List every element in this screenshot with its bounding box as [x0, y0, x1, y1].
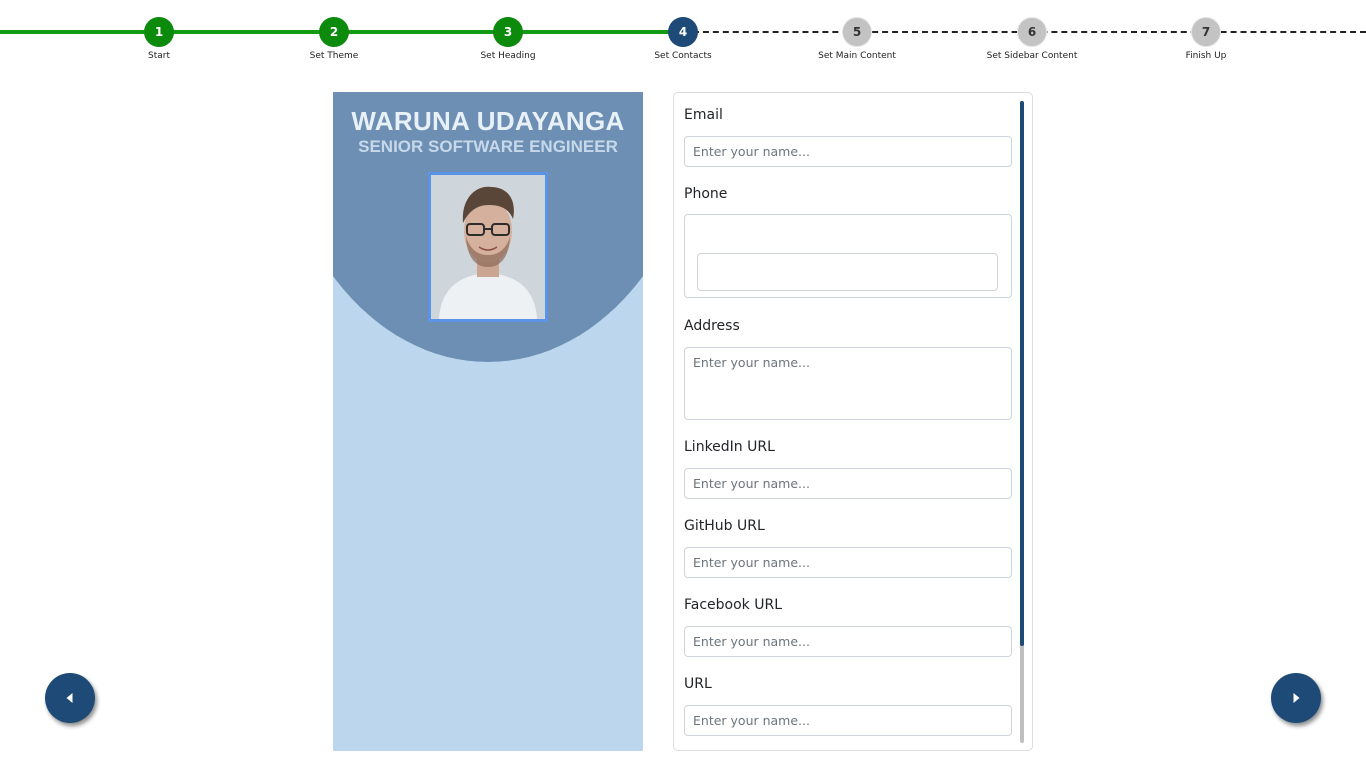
- profile-photo: [428, 172, 548, 322]
- step-set-heading[interactable]: 3 Set Heading: [448, 17, 568, 61]
- step-label: Set Theme: [309, 51, 359, 61]
- step-number: 6: [1017, 17, 1047, 47]
- progress-stepper: 1 Start 2 Set Theme 3 Set Heading 4 Set …: [0, 0, 1366, 70]
- step-label: Set Contacts: [654, 51, 712, 61]
- url-label: URL: [684, 676, 712, 692]
- step-number: 7: [1191, 17, 1221, 47]
- contacts-form: Email Phone Address LinkedIn URL GitHub …: [673, 92, 1033, 751]
- step-number: 3: [493, 17, 523, 47]
- step-number: 4: [668, 17, 698, 47]
- caret-left-icon: [66, 693, 73, 703]
- github-label: GitHub URL: [684, 518, 765, 534]
- step-finish-up[interactable]: 7 Finish Up: [1146, 17, 1266, 61]
- step-label: Finish Up: [1185, 51, 1227, 61]
- step-set-main-content[interactable]: 5 Set Main Content: [797, 17, 917, 61]
- step-set-contacts[interactable]: 4 Set Contacts: [623, 17, 743, 61]
- step-label: Set Heading: [480, 51, 536, 61]
- step-start[interactable]: 1 Start: [99, 17, 219, 61]
- phone-label: Phone: [684, 186, 728, 202]
- email-label: Email: [684, 107, 723, 123]
- step-set-sidebar-content[interactable]: 6 Set Sidebar Content: [972, 17, 1092, 61]
- facebook-label: Facebook URL: [684, 597, 783, 613]
- address-label: Address: [684, 318, 740, 334]
- profile-photo-image: [431, 175, 545, 319]
- step-label: Set Sidebar Content: [986, 51, 1078, 61]
- phone-input-group: [684, 214, 1012, 298]
- step-number: 2: [319, 17, 349, 47]
- step-set-theme[interactable]: 2 Set Theme: [274, 17, 394, 61]
- step-label: Start: [148, 51, 170, 61]
- previous-step-button[interactable]: [45, 673, 95, 723]
- email-field[interactable]: [684, 136, 1012, 167]
- preview-job-title: SENIOR SOFTWARE ENGINEER: [358, 137, 618, 156]
- caret-right-icon: [1293, 693, 1300, 703]
- linkedin-url-field[interactable]: [684, 468, 1012, 499]
- address-field[interactable]: [684, 347, 1012, 420]
- linkedin-label: LinkedIn URL: [684, 439, 775, 455]
- github-url-field[interactable]: [684, 547, 1012, 578]
- step-number: 1: [144, 17, 174, 47]
- step-number: 5: [842, 17, 872, 47]
- step-label: Set Main Content: [818, 51, 896, 61]
- form-scrollbar-thumb[interactable]: [1020, 101, 1024, 646]
- resume-preview: WARUNA UDAYANGA SENIOR SOFTWARE ENGINEER: [333, 92, 643, 751]
- form-scrollbar[interactable]: [1020, 101, 1024, 743]
- next-step-button[interactable]: [1271, 673, 1321, 723]
- phone-field[interactable]: [697, 253, 998, 291]
- preview-name: WARUNA UDAYANGA: [351, 106, 625, 136]
- url-field[interactable]: [684, 705, 1012, 736]
- facebook-url-field[interactable]: [684, 626, 1012, 657]
